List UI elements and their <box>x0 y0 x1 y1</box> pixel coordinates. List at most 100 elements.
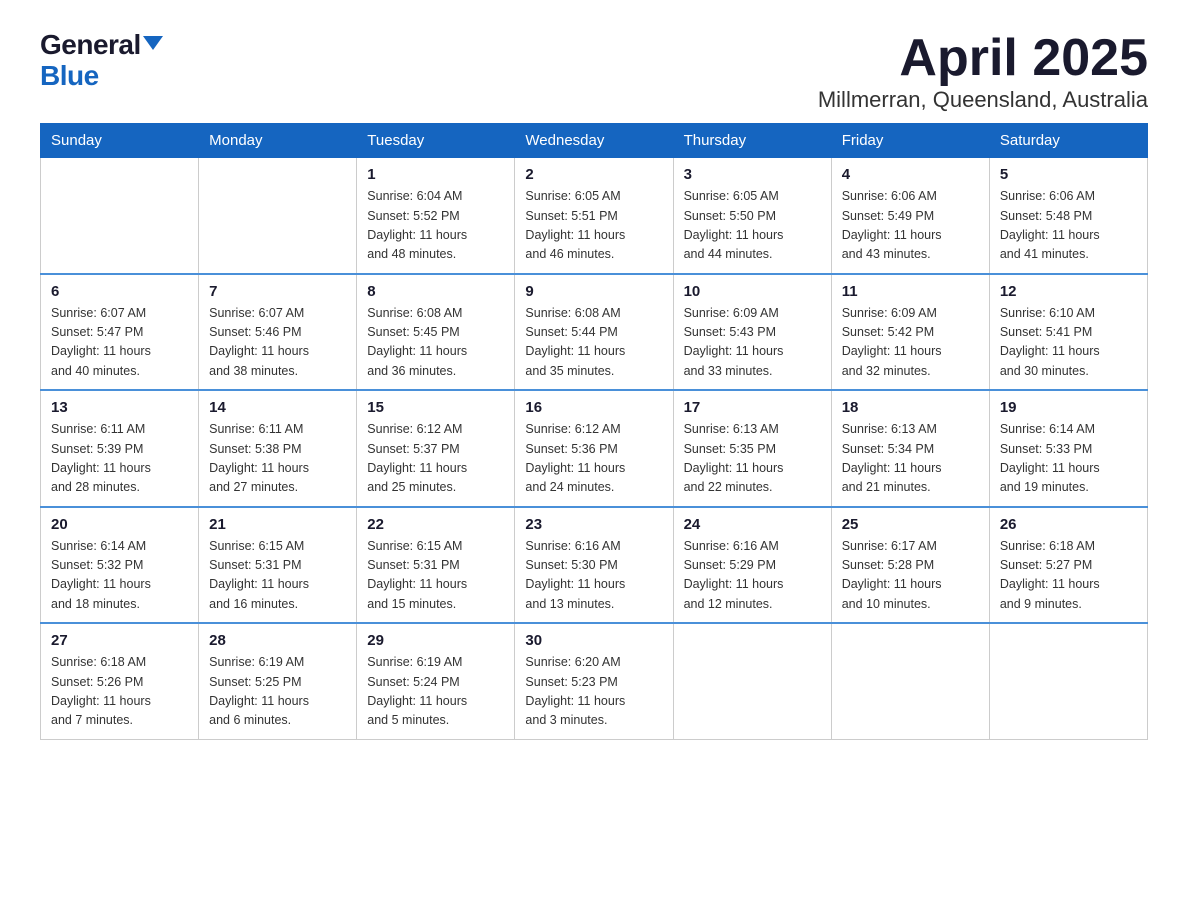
day-number: 18 <box>842 399 979 416</box>
logo: General Blue <box>40 30 163 92</box>
calendar-cell: 11 Sunrise: 6:09 AMSunset: 5:42 PMDayligh… <box>831 274 989 391</box>
calendar-week-row: 20 Sunrise: 6:14 AMSunset: 5:32 PMDayligh… <box>41 507 1148 624</box>
location-title: Millmerran, Queensland, Australia <box>818 87 1148 113</box>
calendar-cell <box>831 623 989 739</box>
calendar-cell: 14 Sunrise: 6:11 AMSunset: 5:38 PMDayligh… <box>199 390 357 507</box>
day-number: 6 <box>51 283 188 300</box>
day-number: 13 <box>51 399 188 416</box>
day-number: 14 <box>209 399 346 416</box>
calendar-cell: 6 Sunrise: 6:07 AMSunset: 5:47 PMDaylight… <box>41 274 199 391</box>
day-number: 29 <box>367 632 504 649</box>
logo-general: General <box>40 30 141 61</box>
calendar-cell: 22Sunrise: 6:15 AMSunset: 5:31 PMDayligh… <box>357 507 515 624</box>
day-info: Sunrise: 6:16 AMSunset: 5:30 PMDaylight:… <box>525 537 662 615</box>
calendar-cell: 13 Sunrise: 6:11 AMSunset: 5:39 PMDayligh… <box>41 390 199 507</box>
title-block: April 2025 Millmerran, Queensland, Austr… <box>818 30 1148 113</box>
day-info: Sunrise: 6:13 AMSunset: 5:35 PMDaylight:… <box>684 420 821 498</box>
month-title: April 2025 <box>818 30 1148 87</box>
calendar-cell: 23 Sunrise: 6:16 AMSunset: 5:30 PMDayligh… <box>515 507 673 624</box>
weekday-header: Tuesday <box>357 124 515 158</box>
calendar-cell: 8 Sunrise: 6:08 AMSunset: 5:45 PMDaylight… <box>357 274 515 391</box>
calendar-week-row: 6 Sunrise: 6:07 AMSunset: 5:47 PMDaylight… <box>41 274 1148 391</box>
day-number: 1 <box>367 166 504 183</box>
day-number: 2 <box>525 166 662 183</box>
calendar-cell: 20 Sunrise: 6:14 AMSunset: 5:32 PMDayligh… <box>41 507 199 624</box>
weekday-header: Thursday <box>673 124 831 158</box>
day-info: Sunrise: 6:05 AMSunset: 5:50 PMDaylight:… <box>684 187 821 265</box>
calendar-cell: 29 Sunrise: 6:19 AMSunset: 5:24 PMDayligh… <box>357 623 515 739</box>
day-number: 17 <box>684 399 821 416</box>
day-number: 3 <box>684 166 821 183</box>
day-number: 8 <box>367 283 504 300</box>
calendar-cell: 10 Sunrise: 6:09 AMSunset: 5:43 PMDayligh… <box>673 274 831 391</box>
calendar-cell: 30 Sunrise: 6:20 AMSunset: 5:23 PMDayligh… <box>515 623 673 739</box>
day-info: Sunrise: 6:07 AMSunset: 5:46 PMDaylight:… <box>209 304 346 382</box>
day-info: Sunrise: 6:14 AMSunset: 5:32 PMDaylight:… <box>51 537 188 615</box>
weekday-header: Monday <box>199 124 357 158</box>
calendar-cell: 19Sunrise: 6:14 AMSunset: 5:33 PMDayligh… <box>989 390 1147 507</box>
day-info: Sunrise: 6:09 AMSunset: 5:42 PMDaylight:… <box>842 304 979 382</box>
calendar-week-row: 13 Sunrise: 6:11 AMSunset: 5:39 PMDayligh… <box>41 390 1148 507</box>
day-number: 10 <box>684 283 821 300</box>
day-info: Sunrise: 6:17 AMSunset: 5:28 PMDaylight:… <box>842 537 979 615</box>
day-info: Sunrise: 6:11 AMSunset: 5:38 PMDaylight:… <box>209 420 346 498</box>
calendar-cell: 3 Sunrise: 6:05 AMSunset: 5:50 PMDaylight… <box>673 158 831 274</box>
day-number: 15 <box>367 399 504 416</box>
weekday-header: Wednesday <box>515 124 673 158</box>
day-info: Sunrise: 6:20 AMSunset: 5:23 PMDaylight:… <box>525 653 662 731</box>
calendar-cell: 17 Sunrise: 6:13 AMSunset: 5:35 PMDayligh… <box>673 390 831 507</box>
day-number: 30 <box>525 632 662 649</box>
day-info: Sunrise: 6:12 AMSunset: 5:37 PMDaylight:… <box>367 420 504 498</box>
calendar-cell: 25 Sunrise: 6:17 AMSunset: 5:28 PMDayligh… <box>831 507 989 624</box>
page-header: General Blue April 2025 Millmerran, Quee… <box>40 30 1148 113</box>
day-info: Sunrise: 6:19 AMSunset: 5:25 PMDaylight:… <box>209 653 346 731</box>
day-number: 20 <box>51 516 188 533</box>
calendar-week-row: 1 Sunrise: 6:04 AMSunset: 5:52 PMDaylight… <box>41 158 1148 274</box>
day-info: Sunrise: 6:13 AMSunset: 5:34 PMDaylight:… <box>842 420 979 498</box>
calendar-cell: 21Sunrise: 6:15 AMSunset: 5:31 PMDayligh… <box>199 507 357 624</box>
day-info: Sunrise: 6:07 AMSunset: 5:47 PMDaylight:… <box>51 304 188 382</box>
day-number: 9 <box>525 283 662 300</box>
day-info: Sunrise: 6:06 AMSunset: 5:48 PMDaylight:… <box>1000 187 1137 265</box>
day-number: 26 <box>1000 516 1137 533</box>
calendar-cell: 27Sunrise: 6:18 AMSunset: 5:26 PMDayligh… <box>41 623 199 739</box>
calendar-cell: 7 Sunrise: 6:07 AMSunset: 5:46 PMDaylight… <box>199 274 357 391</box>
calendar-cell <box>41 158 199 274</box>
day-info: Sunrise: 6:08 AMSunset: 5:45 PMDaylight:… <box>367 304 504 382</box>
logo-blue: Blue <box>40 61 99 92</box>
day-info: Sunrise: 6:19 AMSunset: 5:24 PMDaylight:… <box>367 653 504 731</box>
day-info: Sunrise: 6:09 AMSunset: 5:43 PMDaylight:… <box>684 304 821 382</box>
calendar-cell: 15 Sunrise: 6:12 AMSunset: 5:37 PMDayligh… <box>357 390 515 507</box>
logo-triangle-icon <box>143 36 163 50</box>
calendar-cell: 12Sunrise: 6:10 AMSunset: 5:41 PMDayligh… <box>989 274 1147 391</box>
day-info: Sunrise: 6:10 AMSunset: 5:41 PMDaylight:… <box>1000 304 1137 382</box>
day-number: 25 <box>842 516 979 533</box>
day-info: Sunrise: 6:04 AMSunset: 5:52 PMDaylight:… <box>367 187 504 265</box>
calendar-cell <box>199 158 357 274</box>
day-info: Sunrise: 6:16 AMSunset: 5:29 PMDaylight:… <box>684 537 821 615</box>
day-number: 11 <box>842 283 979 300</box>
calendar-cell <box>673 623 831 739</box>
calendar-cell: 18 Sunrise: 6:13 AMSunset: 5:34 PMDayligh… <box>831 390 989 507</box>
day-number: 23 <box>525 516 662 533</box>
day-info: Sunrise: 6:15 AMSunset: 5:31 PMDaylight:… <box>209 537 346 615</box>
calendar-week-row: 27Sunrise: 6:18 AMSunset: 5:26 PMDayligh… <box>41 623 1148 739</box>
day-number: 16 <box>525 399 662 416</box>
calendar-cell: 16Sunrise: 6:12 AMSunset: 5:36 PMDayligh… <box>515 390 673 507</box>
day-info: Sunrise: 6:05 AMSunset: 5:51 PMDaylight:… <box>525 187 662 265</box>
weekday-header: Sunday <box>41 124 199 158</box>
calendar-cell: 4Sunrise: 6:06 AMSunset: 5:49 PMDaylight… <box>831 158 989 274</box>
calendar-cell: 28Sunrise: 6:19 AMSunset: 5:25 PMDayligh… <box>199 623 357 739</box>
calendar-cell: 2 Sunrise: 6:05 AMSunset: 5:51 PMDaylight… <box>515 158 673 274</box>
calendar-cell: 24Sunrise: 6:16 AMSunset: 5:29 PMDayligh… <box>673 507 831 624</box>
day-info: Sunrise: 6:18 AMSunset: 5:26 PMDaylight:… <box>51 653 188 731</box>
day-info: Sunrise: 6:11 AMSunset: 5:39 PMDaylight:… <box>51 420 188 498</box>
calendar-header-row: SundayMondayTuesdayWednesdayThursdayFrid… <box>41 124 1148 158</box>
calendar-cell: 5Sunrise: 6:06 AMSunset: 5:48 PMDaylight… <box>989 158 1147 274</box>
weekday-header: Saturday <box>989 124 1147 158</box>
weekday-header: Friday <box>831 124 989 158</box>
day-number: 7 <box>209 283 346 300</box>
day-info: Sunrise: 6:06 AMSunset: 5:49 PMDaylight:… <box>842 187 979 265</box>
calendar-table: SundayMondayTuesdayWednesdayThursdayFrid… <box>40 123 1148 740</box>
day-info: Sunrise: 6:18 AMSunset: 5:27 PMDaylight:… <box>1000 537 1137 615</box>
